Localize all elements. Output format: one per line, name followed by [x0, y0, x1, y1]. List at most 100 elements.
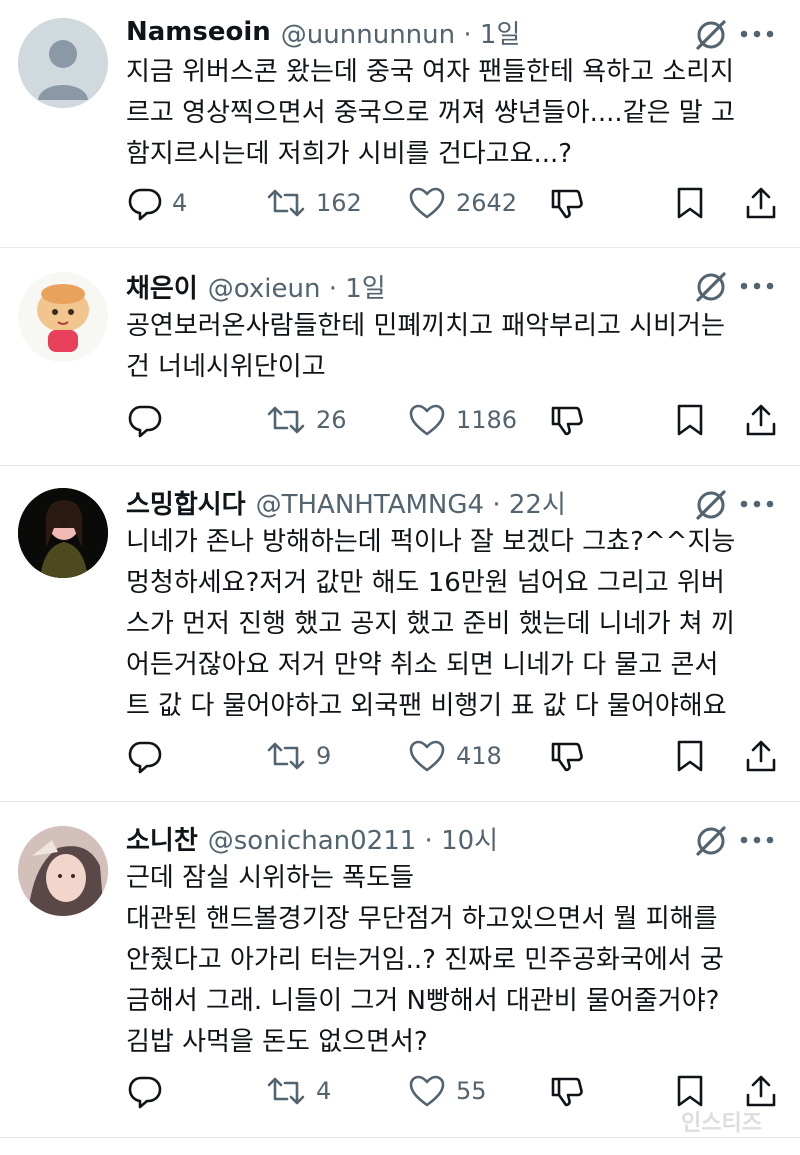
display-name[interactable]: Namseoin — [126, 17, 271, 47]
share-button[interactable] — [744, 734, 778, 778]
avatar[interactable] — [18, 826, 108, 916]
retweet-button[interactable]: 9 — [266, 734, 331, 778]
display-name[interactable]: 스밍합시다 — [126, 484, 246, 521]
timestamp[interactable]: 1일 — [480, 20, 520, 50]
bookmark-icon — [677, 740, 703, 772]
thumbs-down-icon — [551, 1077, 583, 1107]
tweet[interactable]: 채은이 @oxieun · 1일 공연보러온사람들한테 민폐끼치고 패악부리고 … — [0, 248, 800, 466]
user-handle[interactable]: @oxieun · 1일 — [208, 268, 386, 305]
dislike-button[interactable] — [550, 734, 586, 778]
tweet-header: 소니찬 @sonichan0211 · 10시 — [126, 820, 498, 856]
bookmark-button[interactable] — [674, 181, 706, 225]
like-button[interactable]: 418 — [408, 734, 502, 778]
dislike-button[interactable] — [550, 1069, 586, 1113]
retweet-button[interactable]: 26 — [266, 398, 347, 442]
tweet-text-line: 르고 영상찍으면서 중국으로 꺼져 썅년들아....같은 말 고 — [126, 98, 735, 128]
more-icon[interactable] — [736, 268, 778, 304]
tweet-text: 공연보러온사람들한테 민폐끼치고 패악부리고 시비거는 건 너네시위단이고 — [126, 306, 786, 388]
tweet-text-line: 멍청하세요?저거 값만 해도 16만원 넘어요 그리고 위버 — [126, 568, 725, 598]
user-handle[interactable]: @sonichan0211 · 10시 — [208, 820, 498, 857]
tweet-text-line: 건 너네시위단이고 — [126, 352, 326, 382]
tweet-text: 지금 위버스콘 왔는데 중국 여자 팬들한테 욕하고 소리지 르고 영상찍으면서… — [126, 52, 786, 175]
painting-avatar-icon — [18, 488, 108, 578]
like-count: 1186 — [456, 406, 518, 434]
display-name[interactable]: 채은이 — [126, 268, 198, 305]
bookmark-icon — [677, 1075, 703, 1107]
dislike-button[interactable] — [550, 181, 586, 225]
tweet-text-line: 대관된 핸드볼경기장 무단점거 하고있으면서 뭘 피해를 — [126, 904, 718, 934]
like-button[interactable]: 2642 — [408, 181, 517, 225]
character-avatar-icon — [18, 272, 108, 362]
user-handle[interactable]: @uunnunnun · 1일 — [281, 14, 521, 51]
retweet-count: 4 — [316, 1077, 332, 1105]
user-handle[interactable]: @THANHTAMNG4 · 22시 — [256, 484, 566, 521]
avatar[interactable] — [18, 272, 108, 362]
thumbs-down-icon — [551, 406, 583, 436]
display-name[interactable]: 소니찬 — [126, 820, 198, 857]
tweet-text-line: 지금 위버스콘 왔는데 중국 여자 팬들한테 욕하고 소리지 — [126, 57, 735, 87]
dislike-button[interactable] — [550, 398, 586, 442]
avatar[interactable] — [18, 488, 108, 578]
heart-icon — [409, 187, 445, 219]
tweet-text: 근데 잠실 시위하는 폭도들 대관된 핸드볼경기장 무단점거 하고있으면서 뭘 … — [126, 858, 786, 1063]
tweet-text-line: 트 값 다 물어야하고 외국팬 비행기 표 값 다 물어야해요 — [126, 691, 727, 721]
bookmark-button[interactable] — [674, 734, 706, 778]
tweet[interactable]: Namseoin @uunnunnun · 1일 지금 위버스콘 왔는데 중국 … — [0, 0, 800, 248]
action-bar: 26 1186 — [126, 398, 786, 442]
retweet-button[interactable]: 4 — [266, 1069, 331, 1113]
share-button[interactable] — [744, 181, 778, 225]
timestamp[interactable]: 10시 — [441, 826, 498, 856]
timestamp[interactable]: 22시 — [509, 490, 566, 520]
tweet-text-line: 함지르시는데 저희가 시비를 건다고요...? — [126, 139, 573, 169]
default-avatar-icon — [18, 18, 108, 108]
reply-button[interactable] — [126, 1069, 172, 1113]
thumbs-down-icon — [551, 742, 583, 772]
grok-icon[interactable] — [692, 268, 730, 306]
photo-avatar-icon — [18, 826, 108, 916]
retweet-button[interactable]: 162 — [266, 181, 362, 225]
heart-icon — [409, 404, 445, 436]
reply-button[interactable] — [126, 734, 172, 778]
tweet-header: Namseoin @uunnunnun · 1일 — [126, 14, 520, 50]
tweet[interactable]: 소니찬 @sonichan0211 · 10시 근데 잠실 시위하는 폭도들 대… — [0, 802, 800, 1138]
like-count: 55 — [456, 1077, 487, 1105]
reply-count: 4 — [172, 189, 188, 217]
share-icon — [746, 187, 776, 219]
share-button[interactable] — [744, 398, 778, 442]
timestamp[interactable]: 1일 — [345, 274, 385, 304]
like-button[interactable]: 1186 — [408, 398, 517, 442]
reply-icon — [128, 1076, 162, 1109]
action-bar: 9 418 — [126, 734, 786, 778]
tweet-text-line: 어든거잖아요 저거 만약 취소 되면 니네가 다 물고 콘서 — [126, 650, 719, 680]
bookmark-button[interactable] — [674, 398, 706, 442]
retweet-icon — [267, 1077, 305, 1105]
reply-icon — [128, 188, 162, 221]
heart-icon — [409, 740, 445, 772]
retweet-icon — [267, 406, 305, 434]
grok-icon[interactable] — [692, 486, 730, 524]
retweet-count: 9 — [316, 742, 332, 770]
tweet-text-line: 근데 잠실 시위하는 폭도들 — [126, 863, 414, 893]
tweet[interactable]: 스밍합시다 @THANHTAMNG4 · 22시 니네가 존나 방해하는데 퍽이… — [0, 466, 800, 802]
more-icon[interactable] — [736, 16, 778, 52]
retweet-icon — [267, 742, 305, 770]
thumbs-down-icon — [551, 189, 583, 219]
like-count: 2642 — [456, 189, 518, 217]
tweet-text-line: 공연보러온사람들한테 민폐끼치고 패악부리고 시비거는 — [126, 311, 725, 341]
retweet-count: 162 — [316, 189, 362, 217]
tweet-header: 스밍합시다 @THANHTAMNG4 · 22시 — [126, 484, 566, 520]
bookmark-icon — [677, 187, 703, 219]
watermark: 인스티즈 — [681, 1111, 762, 1136]
more-icon[interactable] — [736, 822, 778, 858]
tweet-text-line: 김밥 사먹을 돈도 없으면서? — [126, 1027, 428, 1057]
avatar[interactable] — [18, 18, 108, 108]
like-button[interactable]: 55 — [408, 1069, 487, 1113]
reply-button[interactable] — [126, 398, 172, 442]
share-icon — [746, 404, 776, 436]
reply-button[interactable]: 4 — [126, 181, 187, 225]
more-icon[interactable] — [736, 486, 778, 522]
grok-icon[interactable] — [692, 822, 730, 860]
share-icon — [746, 740, 776, 772]
tweet-text-line: 니네가 존나 방해하는데 퍽이나 잘 보겠다 그쵸?^^지능 — [126, 527, 736, 557]
grok-icon[interactable] — [692, 16, 730, 54]
